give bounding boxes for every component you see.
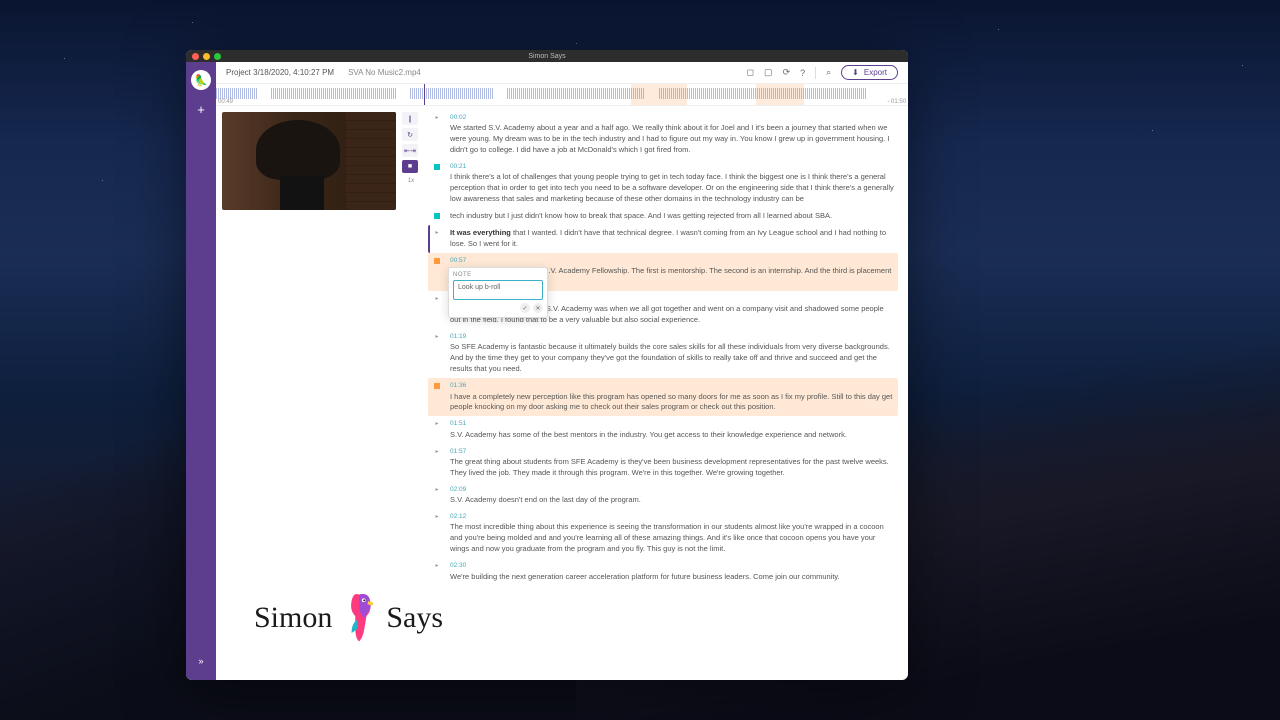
timestamp[interactable]: 00:57 (450, 256, 894, 265)
note-input[interactable]: Look up b-roll (453, 280, 543, 300)
row-marker-icon: ▸ (435, 420, 438, 440)
row-marker-icon: ▸ (435, 229, 438, 250)
row-marker-icon: ▸ (435, 333, 438, 375)
transcript-row[interactable]: ▸ 02:09S.V. Academy doesn't end on the la… (428, 482, 898, 509)
download-icon: ⬇ (852, 68, 859, 77)
project-label: Project 3/18/2020, 4:10:27 PM (226, 68, 334, 77)
timestamp[interactable]: 02:09 (450, 485, 894, 494)
row-marker-icon: ▸ (435, 562, 438, 582)
loop-button[interactable]: ↻ (402, 128, 418, 141)
parrot-icon (340, 590, 378, 646)
transcript-row[interactable]: ▸ 01:51 S.V. Academy has some of the best … (428, 416, 898, 443)
app-window: Simon Says 🦜 + » Project 3/18/2020, 4:10… (186, 50, 908, 680)
export-label: Export (864, 68, 887, 77)
brand-word1: Simon (254, 601, 332, 635)
note-label: NOTE (453, 272, 543, 278)
timestamp[interactable]: 01:51 (450, 419, 894, 428)
row-tag-icon[interactable] (434, 258, 440, 264)
player-controls: ∥ ↻ ⇤⇥ ■ 1x (402, 112, 420, 184)
export-button[interactable]: ⬇ Export (841, 65, 898, 80)
main-panel: Project 3/18/2020, 4:10:27 PM SVA No Mus… (216, 62, 908, 680)
note-popover: NOTE Look up b-roll ✓ ✕ (448, 267, 548, 318)
playhead[interactable] (424, 84, 425, 105)
transcript-row[interactable]: ▸ 01:19So SFE Academy is fantastic becaus… (428, 329, 898, 378)
panel-icon[interactable]: ▢ (764, 67, 773, 78)
divider (815, 67, 816, 79)
history-icon[interactable]: ⟳ (783, 67, 791, 78)
app-logo-icon[interactable]: 🦜 (191, 70, 211, 90)
transcript-text[interactable]: I think there's a lot of challenges that… (450, 172, 894, 205)
help-icon[interactable]: ? (800, 68, 805, 78)
transcript-text[interactable]: So SFE Academy is fantastic because it u… (450, 342, 894, 375)
transcript-text[interactable]: tech industry but I just didn't know how… (450, 211, 894, 222)
row-tag-icon[interactable] (434, 213, 440, 219)
waveform-start-time: 00:49 (218, 99, 233, 105)
add-button[interactable]: + (197, 102, 205, 117)
row-marker-icon: ▸ (435, 448, 438, 479)
row-marker-icon: ▸ (435, 513, 438, 555)
brand-word2: Says (386, 601, 443, 635)
row-marker-icon: ▸ (435, 114, 438, 156)
transcript-row[interactable]: ▸ 01:57The great thing about students fro… (428, 444, 898, 482)
waveform-timeline[interactable]: 00:49 - 01:50 (216, 84, 908, 106)
transcript-list[interactable]: ▸ 00:02We started S.V. Academy about a ye… (426, 106, 908, 680)
timestamp[interactable]: 02:12 (450, 512, 894, 521)
transcript-text[interactable]: S.V. Academy has some of the best mentor… (450, 430, 894, 441)
transcript-text[interactable]: We're building the next generation caree… (450, 572, 894, 583)
transcript-text[interactable]: I have a completely new perception like … (450, 392, 894, 414)
timestamp[interactable]: 01:19 (450, 332, 894, 341)
transcript-text[interactable]: The most incredible thing about this exp… (450, 522, 894, 555)
search-icon[interactable]: ⌕ (826, 67, 831, 78)
row-marker-icon: ▸ (435, 295, 438, 326)
bookmark-icon[interactable]: ◻ (747, 67, 754, 78)
skip-button[interactable]: ⇤⇥ (402, 144, 418, 157)
titlebar[interactable]: Simon Says (186, 50, 908, 62)
camera-button[interactable]: ■ (402, 160, 418, 173)
app-title: Simon Says (186, 53, 908, 60)
transcript-row[interactable]: ▸ 00:02We started S.V. Academy about a ye… (428, 110, 898, 159)
transcript-row[interactable]: 01:36 I have a completely new perception … (428, 378, 898, 416)
transcript-row[interactable]: 00:21I think there's a lot of challenges… (428, 159, 898, 208)
row-tag-icon[interactable] (434, 164, 440, 170)
timestamp[interactable]: 01:36 (450, 381, 894, 390)
video-preview[interactable] (222, 112, 396, 210)
sidebar: 🦜 + » (186, 62, 216, 680)
transcript-text[interactable]: It was everything that I wanted. I didn'… (450, 228, 894, 250)
timestamp[interactable]: 00:21 (450, 162, 894, 171)
topbar: Project 3/18/2020, 4:10:27 PM SVA No Mus… (216, 62, 908, 84)
note-cancel-icon[interactable]: ✕ (533, 303, 543, 313)
row-tag-icon[interactable] (434, 383, 440, 389)
pause-button[interactable]: ∥ (402, 112, 418, 125)
timestamp[interactable]: 01:57 (450, 447, 894, 456)
transcript-row[interactable]: ▸ It was everything that I wanted. I didn… (428, 225, 898, 253)
transcript-text[interactable]: We started S.V. Academy about a year and… (450, 123, 894, 156)
transcript-row[interactable]: ▸ 02:12The most incredible thing about th… (428, 509, 898, 558)
timestamp[interactable]: 02:30 (450, 561, 894, 570)
transcript-row[interactable]: ▸ 02:30 We're building the next generation… (428, 558, 898, 585)
transcript-row[interactable]: tech industry but I just didn't know how… (428, 208, 898, 225)
row-marker-icon: ▸ (435, 486, 438, 506)
waveform-end-time: - 01:50 (887, 99, 906, 105)
playback-speed[interactable]: 1x (402, 178, 420, 184)
brand-watermark: Simon Says (254, 590, 443, 646)
note-confirm-icon[interactable]: ✓ (520, 303, 530, 313)
transcript-text[interactable]: S.V. Academy doesn't end on the last day… (450, 495, 894, 506)
transcript-text[interactable]: The great thing about students from SFE … (450, 457, 894, 479)
collapse-sidebar-icon[interactable]: » (198, 656, 203, 666)
file-name: SVA No Music2.mp4 (348, 68, 421, 77)
timestamp[interactable]: 00:02 (450, 113, 894, 122)
